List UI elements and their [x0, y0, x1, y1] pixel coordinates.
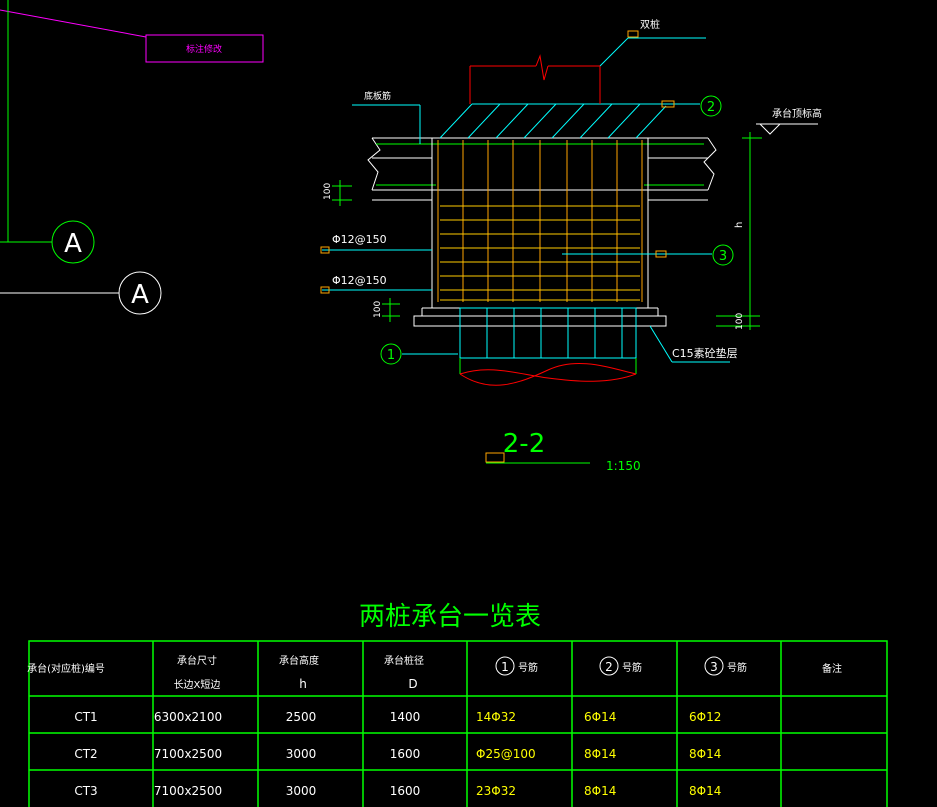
- header-cell-size-sub: 长边X短边: [174, 678, 221, 691]
- bubble-1-label: 1: [387, 348, 395, 363]
- cell-height: 2500: [286, 710, 317, 724]
- svg-text:1: 1: [501, 660, 509, 674]
- cap-top-elev-label: 承台顶标高: [772, 107, 822, 120]
- bubble-3-label: 3: [719, 249, 727, 264]
- dim-h-label: h: [734, 222, 745, 228]
- table-row: CT3 7100x2500 3000 1600 23Φ32 8Φ14 8Φ14: [74, 784, 721, 798]
- rebar-label-1: Φ12@150: [332, 233, 387, 246]
- leader-note-text: 标注修改: [186, 43, 222, 55]
- cell-id: CT1: [74, 710, 97, 724]
- c15-label: C15素砼垫层: [672, 346, 738, 360]
- svg-text:3: 3: [710, 660, 718, 674]
- table-row: CT1 6300x2100 2500 1400 14Φ32 6Φ14 6Φ12: [74, 710, 721, 724]
- cell-diameter: 1400: [390, 710, 421, 724]
- dim-100-top: 100: [323, 183, 333, 200]
- cell-rebar-1: 14Φ32: [476, 710, 516, 724]
- cell-height: 3000: [286, 747, 317, 761]
- header-cell-size: 承台尺寸: [177, 654, 217, 667]
- header-cell-diameter: 承台桩径: [384, 654, 424, 667]
- cell-rebar-2: 8Φ14: [584, 747, 616, 761]
- table-row: CT2 7100x2500 3000 1600 Φ25@100 8Φ14 8Φ1…: [74, 747, 721, 761]
- grid-bubble-label: A: [64, 229, 82, 259]
- pile-cap-table: 两桩承台一览表 承台(对应桩)编号 承台尺寸 长边X短边 承台高度 h 承台桩径…: [27, 602, 888, 807]
- svg-text:号筋: 号筋: [727, 661, 747, 674]
- cell-size: 7100x2500: [154, 747, 222, 761]
- grid-bubble-a-upper[interactable]: A: [0, 220, 95, 264]
- break-line-right: [703, 137, 717, 191]
- bottom-rebar-label: 底板筋: [364, 90, 391, 102]
- grid-bubble-label: A: [131, 280, 149, 310]
- rebar-label-2: Φ12@150: [332, 274, 387, 287]
- cell-rebar-3: 6Φ12: [689, 710, 721, 724]
- table-grid: [28, 640, 888, 807]
- top-hatch: [439, 103, 667, 139]
- cap-vertical-rebars: [437, 140, 643, 302]
- leader-group: 标注修改: [0, 0, 264, 242]
- cell-diameter: 1600: [390, 784, 421, 798]
- header-cell-rebar-1: 1 号筋: [495, 656, 538, 676]
- header-cell-rebar-3: 3 号筋: [704, 656, 747, 676]
- table-header-row: 承台(对应桩)编号 承台尺寸 长边X短边 承台高度 h 承台桩径 D 1 号筋 …: [27, 654, 842, 691]
- c15-cushion: [413, 315, 667, 327]
- cell-rebar-3: 8Φ14: [689, 784, 721, 798]
- cell-id: CT2: [74, 747, 97, 761]
- header-cell-diameter-sub: D: [408, 677, 417, 691]
- cell-rebar-1: 23Φ32: [476, 784, 516, 798]
- double-pile-label: 双桩: [640, 18, 660, 31]
- cell-diameter: 1600: [390, 747, 421, 761]
- svg-text:号筋: 号筋: [518, 661, 538, 674]
- scale-label: 1:150: [606, 459, 641, 473]
- pile-break-curve: [459, 363, 637, 386]
- grid-bubble-a-lower[interactable]: A: [0, 271, 162, 315]
- cell-height: 3000: [286, 784, 317, 798]
- top-break-mark: [535, 54, 549, 81]
- header-cell-height-sub: h: [299, 677, 307, 691]
- dim-100-right: 100: [735, 313, 745, 330]
- cell-size: 7100x2500: [154, 784, 222, 798]
- cell-rebar-2: 8Φ14: [584, 784, 616, 798]
- cell-rebar-1: Φ25@100: [476, 747, 536, 761]
- dim-100-bottom: 100: [373, 301, 383, 318]
- cell-rebar-2: 6Φ14: [584, 710, 616, 724]
- section-drawing: 双桩 底板筋 Φ12@150 Φ12@150 100 100 h 100 承台顶…: [320, 18, 822, 473]
- cell-size: 6300x2100: [154, 710, 222, 724]
- cell-id: CT3: [74, 784, 97, 798]
- table-title: 两桩承台一览表: [359, 602, 541, 632]
- header-cell-remark: 备注: [822, 662, 842, 675]
- cell-rebar-3: 8Φ14: [689, 747, 721, 761]
- svg-text:2: 2: [605, 660, 613, 674]
- break-line-left: [367, 137, 381, 191]
- svg-text:号筋: 号筋: [622, 661, 642, 674]
- magenta-leader-line: [0, 9, 147, 38]
- cad-drawing-canvas[interactable]: 标注修改 A A 双桩 底板筋 Φ12@150 Φ12@150 100 100 …: [0, 0, 937, 807]
- bubble-2-label: 2: [707, 100, 715, 115]
- header-cell-height: 承台高度: [279, 654, 319, 667]
- header-cell-id: 承台(对应桩)编号: [27, 662, 105, 675]
- section-title: 2-2: [503, 429, 545, 459]
- header-cell-rebar-2: 2 号筋: [599, 656, 642, 676]
